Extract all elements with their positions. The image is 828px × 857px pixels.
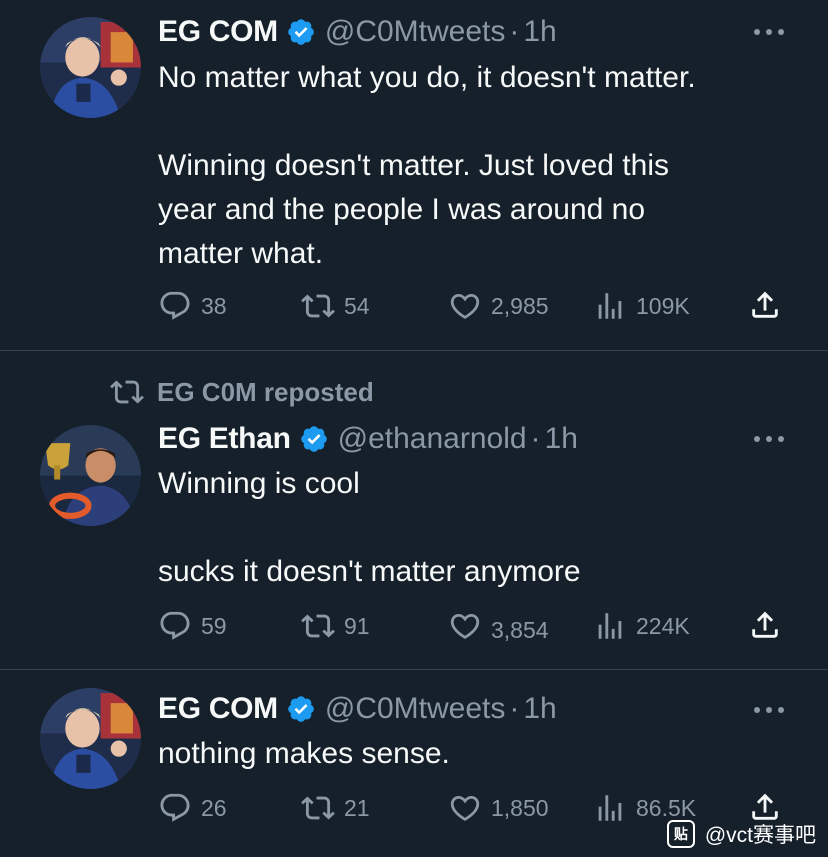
display-name[interactable]: EG COM: [158, 15, 278, 49]
tweet-text-line: sucks it doesn't matter anymore: [158, 555, 581, 588]
repost-button[interactable]: 91: [301, 606, 370, 646]
timestamp[interactable]: 1h: [523, 692, 556, 726]
avatar-image: [40, 688, 141, 789]
separator-dot: ·: [530, 422, 541, 455]
reply-icon: [158, 791, 192, 825]
user-handle[interactable]: @ethanarnold: [338, 422, 527, 456]
display-name[interactable]: EG Ethan: [158, 422, 291, 456]
more-options-icon[interactable]: [754, 435, 784, 443]
tweet-text-line: [158, 100, 798, 144]
like-count: 3,854: [491, 616, 549, 643]
repost-icon: [110, 375, 144, 409]
analytics-icon: [593, 289, 627, 323]
timestamp[interactable]: 1h: [545, 422, 578, 456]
reply-button[interactable]: 59: [158, 606, 227, 646]
repost-count: 21: [344, 794, 370, 821]
reply-icon: [158, 289, 192, 323]
like-button[interactable]: 1,850: [448, 788, 549, 828]
avatar-eg-com[interactable]: [40, 688, 141, 789]
tweet-text-line: matter what.: [158, 237, 324, 270]
reply-button[interactable]: 38: [158, 286, 227, 326]
tweet-header: EG Ethan @ethanarnold · 1h: [158, 417, 578, 461]
tweet-text-line: year and the people I was around no: [158, 193, 646, 226]
timestamp[interactable]: 1h: [523, 15, 556, 49]
repost-label: EG C0M reposted: [157, 376, 374, 407]
tweet-2[interactable]: EG C0M reposted EG Ethan @ethanarnold · …: [0, 351, 828, 669]
repost-count: 91: [344, 612, 370, 639]
tweet-actions: 38 54 2,985 109K: [158, 286, 788, 326]
user-handle[interactable]: @C0Mtweets: [325, 15, 506, 49]
view-count: 109K: [636, 292, 690, 319]
repost-count: 54: [344, 292, 370, 319]
reply-count: 38: [201, 292, 227, 319]
more-options-icon[interactable]: [754, 706, 784, 714]
tweet-text: No matter what you do, it doesn't matter…: [158, 56, 798, 276]
reply-count: 26: [201, 794, 227, 821]
repost-icon: [301, 289, 335, 323]
avatar-eg-ethan[interactable]: [40, 425, 141, 526]
tweet-1[interactable]: EG COM @C0Mtweets · 1h No matter what yo…: [0, 0, 828, 350]
tweet-text-line: Winning doesn't matter. Just loved this: [158, 149, 669, 182]
tweet-text-line: No matter what you do, it doesn't matter…: [158, 61, 696, 94]
share-icon: [748, 288, 782, 322]
view-count: 224K: [636, 612, 690, 639]
tieba-logo-icon: 贴: [666, 820, 695, 848]
like-button[interactable]: 3,854: [448, 606, 549, 646]
tweet-header: EG COM @C0Mtweets · 1h: [158, 10, 557, 54]
reply-icon: [158, 609, 192, 643]
verified-badge-icon: [299, 424, 329, 454]
heart-icon: [448, 609, 482, 643]
watermark-text: @vct赛事吧: [704, 824, 816, 847]
verified-badge-icon: [286, 694, 316, 724]
user-handle[interactable]: @C0Mtweets: [325, 692, 506, 726]
tweet-header: EG COM @C0Mtweets · 1h: [158, 687, 557, 731]
separator-dot: ·: [509, 15, 520, 48]
tweet-text: Winning is cool sucks it doesn't matter …: [158, 462, 798, 594]
repost-icon: [301, 609, 335, 643]
heart-icon: [448, 791, 482, 825]
tweet-text-line: [158, 506, 798, 550]
share-icon: [748, 608, 782, 642]
analytics-icon: [593, 791, 627, 825]
share-button[interactable]: [748, 288, 782, 327]
like-button[interactable]: 2,985: [448, 286, 549, 326]
like-count: 1,850: [491, 794, 549, 821]
analytics-icon: [593, 609, 627, 643]
reply-count: 59: [201, 612, 227, 639]
avatar-eg-com[interactable]: [40, 17, 141, 118]
views-button[interactable]: 109K: [593, 286, 690, 326]
repost-context[interactable]: EG C0M reposted: [110, 375, 374, 409]
views-button[interactable]: 224K: [593, 606, 690, 646]
like-count: 2,985: [491, 292, 549, 319]
share-button[interactable]: [748, 608, 782, 647]
avatar-image: [40, 17, 141, 118]
heart-icon: [448, 289, 482, 323]
tweet-text-line: Winning is cool: [158, 467, 360, 500]
tweet-actions: 59 91 3,854 224K: [158, 606, 788, 646]
repost-button[interactable]: 21: [301, 788, 370, 828]
reply-button[interactable]: 26: [158, 788, 227, 828]
repost-icon: [301, 791, 335, 825]
display-name[interactable]: EG COM: [158, 692, 278, 726]
more-options-icon[interactable]: [754, 28, 784, 36]
view-count: 86.5K: [636, 794, 697, 821]
repost-button[interactable]: 54: [301, 286, 370, 326]
tweet-text-line: nothing makes sense.: [158, 737, 450, 770]
tweet-text: nothing makes sense.: [158, 732, 798, 776]
watermark: 贴 @vct赛事吧: [666, 819, 816, 849]
avatar-image: [40, 425, 141, 526]
separator-dot: ·: [509, 692, 520, 725]
verified-badge-icon: [286, 17, 316, 47]
